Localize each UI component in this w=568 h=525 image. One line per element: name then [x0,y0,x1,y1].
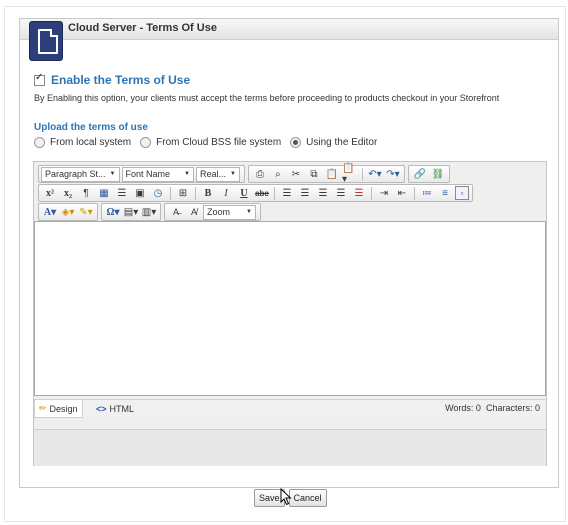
outdent-icon[interactable]: ⇤ [394,186,410,200]
numbered-list-icon[interactable]: ≔ [419,186,435,200]
radio-local-system-label[interactable]: From local system [50,137,131,148]
radio-using-editor-label[interactable]: Using the Editor [306,137,377,148]
calendar-icon[interactable]: ▦ [96,186,112,200]
color-tools: A ▾ ◈▾ ✎▾ [38,203,98,221]
bold-icon[interactable]: B [200,186,216,200]
paste-options-icon[interactable]: 📋▾ [342,163,358,185]
strikethrough-icon[interactable]: abc [254,186,270,200]
word-count: Words: 0 [445,403,481,413]
misc-tools: A̶ A̸ Zoom ▼ [164,203,261,221]
pencil-icon: ✏ [39,403,47,413]
radio-local-system[interactable] [34,137,45,148]
clear-format-icon[interactable]: A̸ [186,205,202,219]
format-stripper-icon[interactable]: ▫ [455,186,469,200]
paragraph-style-dropdown[interactable]: Paragraph St... ▼ [41,166,120,182]
toolbar-row-2: x² x₂ ¶ ▦ ☰ ▣ ◷ ⊞ B I U abc ☰ ☰ ☰ ☰ ☰ ⇥ … [38,184,476,202]
radio-cloud-bss[interactable] [140,137,152,148]
cancel-button[interactable]: Cancel [288,489,327,507]
subscript-icon[interactable]: x₂ [60,186,76,200]
copy-icon[interactable]: ⧉ [306,167,322,181]
enable-terms-checkbox[interactable] [34,72,45,86]
superscript-icon[interactable]: x² [42,186,58,200]
radio-cloud-bss-label[interactable]: From Cloud BSS file system [156,137,281,148]
html-mode-label: HTML [109,403,135,414]
format-brush-icon[interactable]: ✎▾ [78,205,94,219]
table-icon[interactable]: ▤▾ [123,205,139,219]
align-right-icon[interactable]: ☰ [315,186,331,200]
print-icon[interactable]: ⎙ [252,167,268,181]
design-mode-tab[interactable]: ✏ Design [34,400,83,418]
omega-label: Ω [106,206,115,218]
bulleted-list-icon[interactable]: ≡ [437,186,453,200]
rich-text-editor: Paragraph St... ▼ Font Name ▼ Real... ▼ ⎙ ⌕… [33,161,547,466]
panel-titlebar: Cloud Server - Terms Of Use [20,19,558,40]
enable-description: By Enabling this option, your clients mu… [34,93,500,103]
paragraph-style-value: Paragraph St... [45,168,106,179]
editor-statusbar: ✏ Design <> HTML Words: 0 Characters: 0 [34,399,546,418]
format-dropdowns: Paragraph St... ▼ Font Name ▼ Real... ▼ [38,165,245,183]
word-char-count: Words: 0 Characters: 0 [445,403,540,413]
design-mode-label: Design [49,403,78,414]
special-character-icon[interactable]: Ω ▾ [105,205,121,219]
enable-terms-label[interactable]: Enable the Terms of Use [51,73,190,87]
horizontal-rule-icon[interactable]: ☰ [114,186,130,200]
action-buttons: Save Cancel [254,489,331,507]
radio-using-editor[interactable] [290,137,302,148]
remove-link-icon[interactable]: ⛓ [430,167,446,181]
template-icon[interactable]: ▥▾ [141,205,157,219]
editor-content-area[interactable] [34,221,546,396]
paste-icon[interactable]: 📋 [324,167,340,181]
document-icon [29,21,63,61]
font-name-value: Font Name [125,168,171,179]
upload-source-options: From local system From Cloud BSS file sy… [34,137,386,148]
insert-tools: x² x₂ ¶ ▦ ☰ ▣ ◷ ⊞ B I U abc ☰ ☰ ☰ ☰ ☰ ⇥ … [38,184,473,202]
zoom-value: Zoom [207,206,231,217]
editor-bottom-strip [34,429,546,466]
insert-symbol-tools: Ω ▾ ▤▾ ▥▾ [101,203,161,221]
date-icon[interactable]: ▣ [132,186,148,200]
clipboard-tools: ⎙ ⌕ ✂ ⧉ 📋 📋▾ ↶▾ ↷▾ [247,163,405,185]
clock-icon[interactable]: ◷ [150,186,166,200]
justify-icon[interactable]: ☰ [333,186,349,200]
upload-title: Upload the terms of use [34,122,148,133]
terms-panel: Cloud Server - Terms Of Use Enable the T… [19,18,559,488]
justify-none-icon[interactable]: ☰ [351,186,367,200]
align-left-icon[interactable]: ☰ [279,186,295,200]
cut-icon[interactable]: ✂ [288,167,304,181]
redo-icon[interactable]: ↷▾ [385,167,401,181]
font-name-dropdown[interactable]: Font Name ▼ [121,166,194,182]
toolbar-row-1: Paragraph St... ▼ Font Name ▼ Real... ▼ ⎙ ⌕… [38,163,453,185]
zoom-dropdown[interactable]: Zoom ▼ [203,204,256,220]
code-icon: <> [96,403,107,414]
toolbar-row-3: A ▾ ◈▾ ✎▾ Ω ▾ ▤▾ ▥▾ A̶ A̸ Zoom ▼ [38,203,264,221]
font-size-value: Real... [199,168,226,179]
font-size-dropdown[interactable]: Real... ▼ [195,166,240,182]
align-center-icon[interactable]: ☰ [297,186,313,200]
spell-check-icon[interactable]: A̶ [168,205,184,219]
font-color-icon[interactable]: A ▾ [42,205,58,219]
select-all-icon[interactable]: ⊞ [175,186,191,200]
mouse-cursor-icon [280,488,292,506]
panel-title: Cloud Server - Terms Of Use [68,22,217,34]
indent-icon[interactable]: ⇥ [376,186,392,200]
link-tools: 🔗 ⛓ [407,165,450,183]
html-mode-tab[interactable]: <> HTML [92,400,138,417]
enable-terms-row[interactable]: Enable the Terms of Use [34,72,190,87]
undo-icon[interactable]: ↶▾ [367,167,383,181]
paragraph-icon[interactable]: ¶ [78,186,94,200]
underline-icon[interactable]: U [236,186,252,200]
highlight-color-icon[interactable]: ◈▾ [60,205,76,219]
character-count: Characters: 0 [485,403,540,413]
font-color-label: A [43,206,52,218]
find-icon[interactable]: ⌕ [270,167,286,181]
hyperlink-icon[interactable]: 🔗 [412,167,428,181]
italic-icon[interactable]: I [218,186,234,200]
